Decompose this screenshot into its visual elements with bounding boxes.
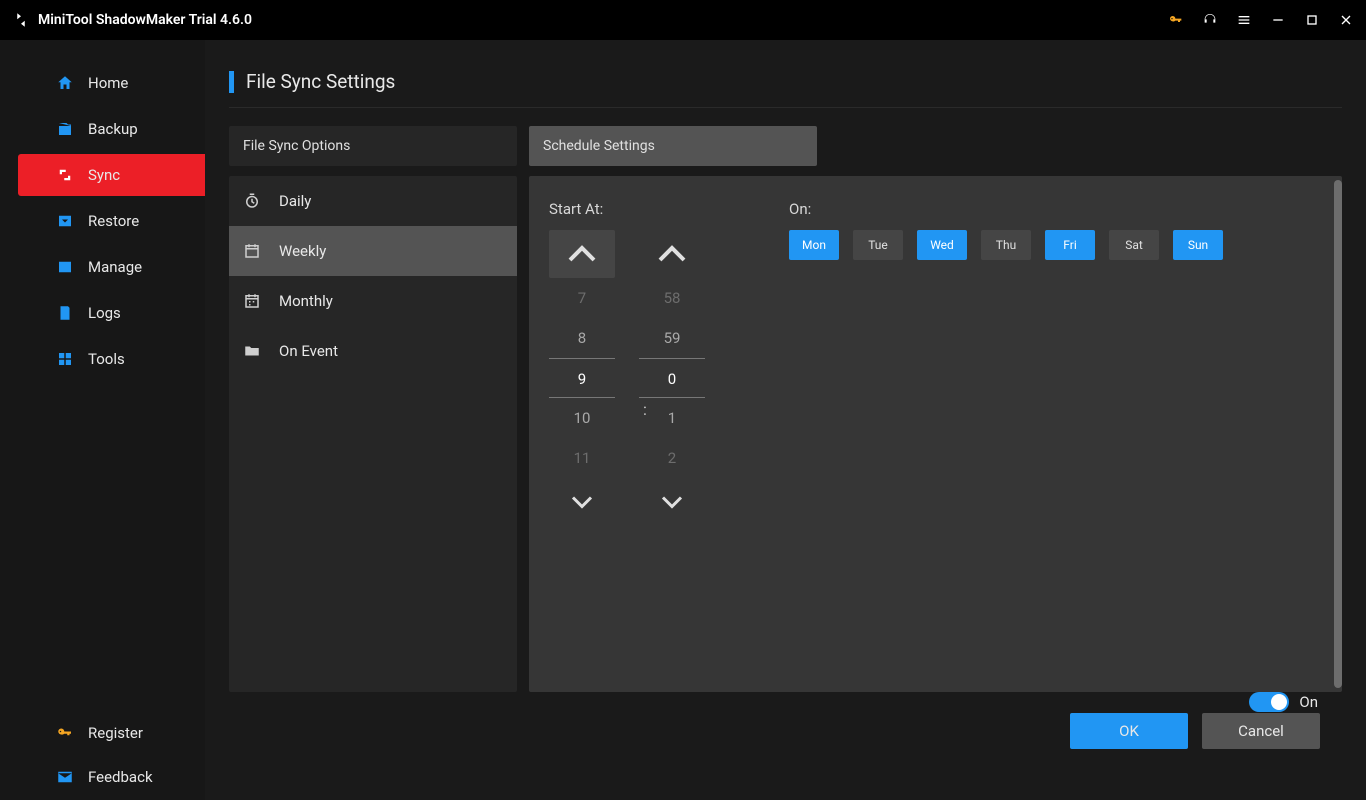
hour-spinner[interactable]: 7 8 9 10 11 (549, 230, 615, 520)
day-toggle-sun[interactable]: Sun (1173, 230, 1223, 260)
close-icon[interactable] (1338, 12, 1354, 28)
logs-icon (56, 304, 74, 322)
page-title: File Sync Settings (246, 70, 395, 93)
sidebar-item-label: Sync (88, 166, 120, 184)
sidebar-item-label: Feedback (88, 768, 153, 786)
maximize-icon[interactable] (1304, 12, 1320, 28)
schedule-settings-panel: Start At: : 7 8 9 10 11 (529, 176, 1342, 692)
ok-button[interactable]: OK (1070, 713, 1188, 749)
day-toggle-sat[interactable]: Sat (1109, 230, 1159, 260)
page-header: File Sync Settings (229, 70, 1342, 108)
schedule-type-label: Daily (279, 192, 311, 210)
backup-icon (56, 120, 74, 138)
sidebar-item-label: Logs (88, 304, 121, 322)
sidebar-item-label: Home (88, 74, 128, 92)
main-panel: File Sync Settings File Sync Options Sch… (205, 40, 1366, 800)
scrollbar[interactable] (1334, 180, 1342, 688)
sidebar-item-restore[interactable]: Restore (18, 200, 205, 242)
tab-schedule-settings[interactable]: Schedule Settings (529, 126, 817, 166)
sidebar-item-logs[interactable]: Logs (18, 292, 205, 334)
minute-selected[interactable]: 0 (639, 358, 705, 398)
sidebar-item-sync[interactable]: Sync (18, 154, 205, 196)
sidebar: Home Backup Sync Restore Manage Logs Too… (0, 40, 205, 800)
on-label: On: (789, 200, 1223, 218)
minimize-icon[interactable] (1270, 12, 1286, 28)
headset-icon[interactable] (1202, 12, 1218, 28)
calendar-week-icon (243, 242, 261, 260)
minute-option[interactable]: 1 (639, 398, 705, 438)
schedule-type-label: Weekly (279, 242, 326, 260)
sidebar-item-label: Tools (88, 350, 125, 368)
time-spinner: : 7 8 9 10 11 (549, 230, 729, 520)
footer-buttons: OK Cancel (229, 692, 1342, 770)
mail-icon (56, 768, 74, 786)
schedule-type-label: Monthly (279, 292, 333, 310)
sync-icon (56, 166, 74, 184)
minute-up-button[interactable] (639, 230, 705, 278)
sidebar-item-manage[interactable]: Manage (18, 246, 205, 288)
key-icon[interactable] (1168, 12, 1184, 28)
sidebar-item-backup[interactable]: Backup (18, 108, 205, 150)
day-toggle-wed[interactable]: Wed (917, 230, 967, 260)
hour-option[interactable]: 8 (549, 318, 615, 358)
schedule-type-daily[interactable]: Daily (229, 176, 517, 226)
hour-down-button[interactable] (549, 484, 615, 520)
days-row: Mon Tue Wed Thu Fri Sat Sun (789, 230, 1223, 260)
calendar-month-icon (243, 292, 261, 310)
hour-option[interactable]: 10 (549, 398, 615, 438)
day-toggle-mon[interactable]: Mon (789, 230, 839, 260)
schedule-enable-toggle[interactable] (1249, 692, 1289, 712)
schedule-type-weekly[interactable]: Weekly (229, 226, 517, 276)
tab-file-sync-options[interactable]: File Sync Options (229, 126, 517, 166)
sidebar-item-home[interactable]: Home (18, 62, 205, 104)
header-accent-bar (229, 71, 234, 93)
minute-down-button[interactable] (639, 484, 705, 520)
minute-option[interactable]: 59 (639, 318, 705, 358)
folder-icon (243, 342, 261, 360)
minute-spinner[interactable]: 58 59 0 1 2 (639, 230, 705, 520)
minute-option[interactable]: 2 (639, 438, 705, 478)
sidebar-item-tools[interactable]: Tools (18, 338, 205, 380)
sidebar-item-register[interactable]: Register (18, 712, 205, 754)
minute-option[interactable]: 58 (639, 278, 705, 318)
home-icon (56, 74, 74, 92)
schedule-type-list: Daily Weekly Monthly On Event (229, 176, 517, 692)
titlebar: MiniTool ShadowMaker Trial 4.6.0 (0, 0, 1366, 40)
sidebar-item-label: Backup (88, 120, 138, 138)
app-title: MiniTool ShadowMaker Trial 4.6.0 (38, 12, 252, 28)
menu-icon[interactable] (1236, 12, 1252, 28)
tabs-row: File Sync Options Schedule Settings (229, 126, 1342, 166)
day-toggle-tue[interactable]: Tue (853, 230, 903, 260)
sidebar-item-feedback[interactable]: Feedback (18, 756, 205, 798)
toggle-label: On (1299, 693, 1318, 711)
sidebar-item-label: Restore (88, 212, 139, 230)
day-toggle-fri[interactable]: Fri (1045, 230, 1095, 260)
sidebar-item-label: Register (88, 724, 143, 742)
hour-option[interactable]: 11 (549, 438, 615, 478)
schedule-type-label: On Event (279, 342, 338, 360)
tools-icon (56, 350, 74, 368)
hour-up-button[interactable] (549, 230, 615, 278)
restore-icon (56, 212, 74, 230)
key-icon (56, 724, 74, 742)
schedule-type-on-event[interactable]: On Event (229, 326, 517, 376)
app-logo-icon (12, 11, 30, 29)
cancel-button[interactable]: Cancel (1202, 713, 1320, 749)
manage-icon (56, 258, 74, 276)
hour-selected[interactable]: 9 (549, 358, 615, 398)
clock-icon (243, 192, 261, 210)
schedule-type-monthly[interactable]: Monthly (229, 276, 517, 326)
time-colon: : (643, 400, 647, 419)
day-toggle-thu[interactable]: Thu (981, 230, 1031, 260)
start-at-label: Start At: (549, 200, 729, 218)
hour-option[interactable]: 7 (549, 278, 615, 318)
sidebar-item-label: Manage (88, 258, 142, 276)
